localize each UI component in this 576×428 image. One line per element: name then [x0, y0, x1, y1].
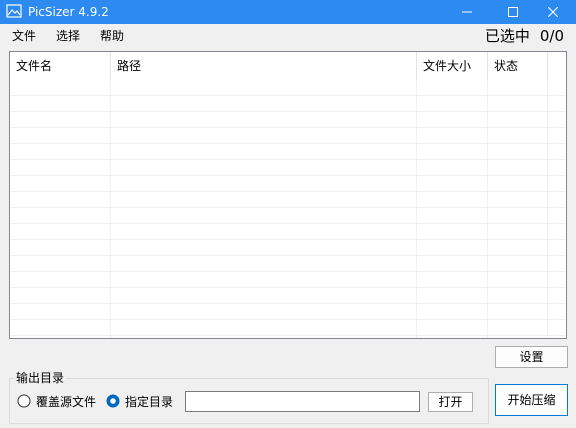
- app-icon: [6, 4, 22, 18]
- column-header-path[interactable]: 路径: [111, 52, 416, 80]
- specify-directory-label[interactable]: 指定目录: [125, 394, 173, 410]
- empty-table-row: [10, 112, 566, 128]
- column-header-size[interactable]: 文件大小: [417, 52, 487, 80]
- empty-table-row: [10, 192, 566, 208]
- window-title: PicSizer 4.9.2: [28, 5, 109, 19]
- empty-table-row: [10, 304, 566, 320]
- open-directory-button[interactable]: 打开: [428, 392, 473, 412]
- empty-table-row: [10, 80, 566, 96]
- menu-file[interactable]: 文件: [12, 29, 36, 43]
- title-bar: PicSizer 4.9.2: [0, 0, 576, 24]
- table-header: 文件名 路径 文件大小 状态: [10, 52, 566, 80]
- menu-help[interactable]: 帮助: [100, 29, 124, 43]
- output-directory-input[interactable]: [185, 391, 420, 412]
- file-table[interactable]: 文件名 路径 文件大小 状态: [9, 51, 567, 339]
- empty-table-row: [10, 320, 566, 336]
- empty-table-row: [10, 144, 566, 160]
- column-header-filename[interactable]: 文件名: [10, 52, 110, 80]
- minimize-icon: [462, 11, 472, 13]
- empty-table-row: [10, 256, 566, 272]
- overwrite-source-label[interactable]: 覆盖源文件: [36, 394, 96, 410]
- empty-table-row: [10, 224, 566, 240]
- overwrite-source-radio[interactable]: [17, 394, 31, 408]
- empty-table-row: [10, 160, 566, 176]
- grid-column-line: [110, 80, 111, 338]
- grid-column-line: [547, 80, 548, 338]
- empty-table-row: [10, 176, 566, 192]
- close-button[interactable]: [530, 0, 576, 24]
- maximize-icon: [508, 7, 518, 17]
- settings-button[interactable]: 设置: [495, 346, 568, 368]
- empty-table-row: [10, 272, 566, 288]
- column-divider[interactable]: [547, 52, 548, 80]
- start-compress-button[interactable]: 开始压缩: [495, 384, 568, 416]
- minimize-button[interactable]: [444, 0, 490, 24]
- empty-table-row: [10, 96, 566, 112]
- output-directory-label: 输出目录: [14, 370, 67, 386]
- empty-table-row: [10, 288, 566, 304]
- empty-table-row: [10, 128, 566, 144]
- empty-table-row: [10, 208, 566, 224]
- grid-column-line: [416, 80, 417, 338]
- grid-column-line: [487, 80, 488, 338]
- menu-select[interactable]: 选择: [56, 29, 80, 43]
- selection-status: 已选中 0/0: [485, 26, 564, 46]
- empty-table-row: [10, 240, 566, 256]
- close-icon: [548, 7, 558, 17]
- selection-count: 0/0: [539, 27, 564, 45]
- selection-label: 已选中: [484, 27, 530, 45]
- column-header-status[interactable]: 状态: [488, 52, 548, 80]
- specify-directory-radio[interactable]: [106, 394, 120, 408]
- table-body: [10, 80, 566, 338]
